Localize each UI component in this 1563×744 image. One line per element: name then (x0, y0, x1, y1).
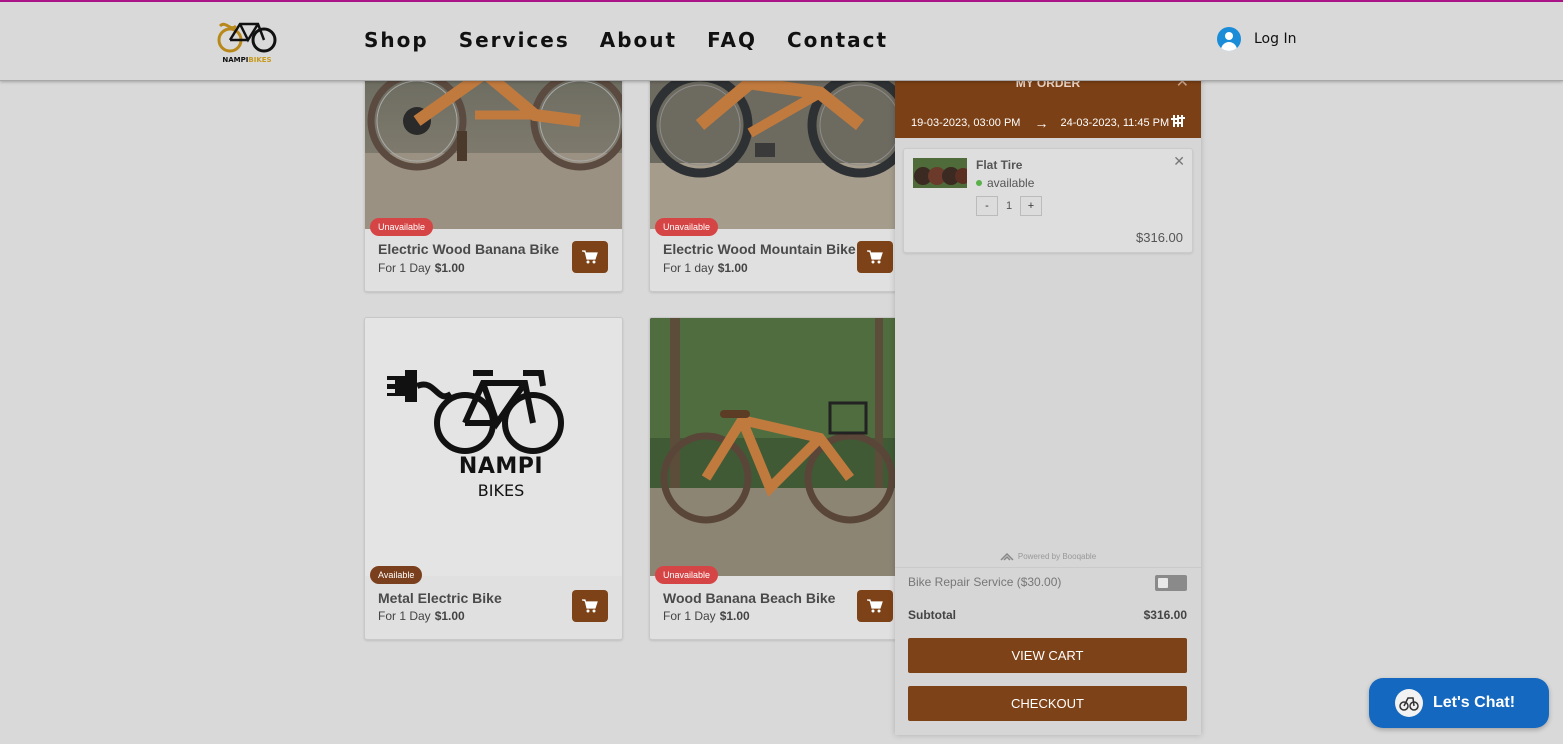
product-title[interactable]: Electric Wood Banana Bike (378, 241, 559, 257)
item-availability: available (976, 176, 1034, 190)
product-image[interactable]: NAMPI BIKES (365, 318, 622, 576)
add-to-cart-button[interactable] (857, 590, 893, 622)
remove-item-icon[interactable]: ✕ (1173, 153, 1185, 170)
user-avatar-icon (1217, 27, 1241, 51)
item-thumbnail (913, 158, 967, 188)
subtotal-value: $316.00 (1143, 608, 1187, 622)
brand-logo-text: NAMPI BIKES (365, 454, 622, 500)
product-image[interactable] (650, 63, 907, 229)
login-label: Log In (1254, 31, 1297, 47)
product-title[interactable]: Wood Banana Beach Bike (663, 590, 835, 606)
service-label: Bike Repair Service ($30.00) (908, 575, 1062, 589)
status-dot-icon (976, 180, 982, 186)
powered-by-label: Powered by Booqable (1017, 552, 1097, 561)
product-card[interactable]: Unavailable Electric Wood Banana Bike Fo… (364, 62, 623, 292)
checkout-button[interactable]: CHECKOUT (908, 686, 1187, 721)
nav-services[interactable]: Services (459, 28, 570, 52)
rental-duration: For 1 day (663, 261, 714, 275)
nav-contact[interactable]: Contact (787, 28, 888, 52)
product-price: For 1 day $1.00 (663, 261, 748, 275)
product-price: For 1 Day $1.00 (663, 609, 750, 623)
brand-logo-line1: NAMPI (458, 454, 544, 479)
add-to-cart-button[interactable] (857, 241, 893, 273)
chat-avatar-icon (1395, 689, 1423, 717)
add-to-cart-button[interactable] (572, 590, 608, 622)
add-to-cart-button[interactable] (572, 241, 608, 273)
decrease-quantity-button[interactable]: - (976, 196, 998, 216)
powered-by[interactable]: Powered by Booqable (895, 552, 1201, 561)
product-title[interactable]: Electric Wood Mountain Bike (663, 241, 856, 257)
site-logo[interactable]: NAMPIBIKES (216, 16, 278, 66)
booqable-logo-icon (1000, 552, 1014, 561)
status-badge: Unavailable (655, 566, 719, 584)
product-price: For 1 Day $1.00 (378, 609, 465, 623)
product-price: For 1 Day $1.00 (378, 261, 465, 275)
subtotal-label: Subtotal (908, 608, 956, 622)
item-price: $316.00 (1136, 230, 1183, 245)
increase-quantity-button[interactable]: + (1020, 196, 1042, 216)
login-button[interactable]: Log In (1217, 27, 1296, 51)
order-panel-header: MY ORDER ✕ 19-03-2023, 03:00 PM → 24-03-… (895, 72, 1201, 138)
rental-duration: For 1 Day (378, 609, 431, 623)
rental-start[interactable]: 19-03-2023, 03:00 PM (911, 117, 1020, 129)
status-badge: Unavailable (655, 218, 719, 236)
arrow-right-icon: → (1034, 115, 1049, 131)
cart-icon (582, 599, 598, 613)
logo-text-part1: NAMPI (222, 56, 249, 64)
cart-icon (867, 599, 883, 613)
brand-logo-line2: BIKES (477, 481, 525, 500)
logo-text: NAMPIBIKES (216, 56, 278, 64)
rental-period[interactable]: 19-03-2023, 03:00 PM → 24-03-2023, 11:45… (911, 115, 1169, 131)
service-toggle[interactable] (1155, 575, 1187, 591)
rental-duration: For 1 Day (378, 261, 431, 275)
settings-sliders-icon[interactable] (1171, 114, 1185, 128)
logo-text-part2: BIKES (248, 56, 272, 64)
view-cart-button[interactable]: VIEW CART (908, 638, 1187, 673)
product-card[interactable]: Unavailable Wood Banana Beach Bike For 1… (649, 317, 908, 640)
order-panel: MY ORDER ✕ 19-03-2023, 03:00 PM → 24-03-… (895, 72, 1201, 735)
item-status-label: available (987, 176, 1035, 190)
product-card[interactable]: NAMPI BIKES Available Metal Electric Bik… (364, 317, 623, 640)
site-header: NAMPIBIKES Shop Services About FAQ Conta… (0, 2, 1563, 81)
rental-end[interactable]: 24-03-2023, 11:45 PM (1060, 117, 1169, 129)
cart-icon (867, 250, 883, 264)
divider (895, 567, 1201, 568)
status-badge: Available (370, 566, 423, 584)
chat-label: Let's Chat! (1433, 694, 1516, 711)
cart-icon (582, 250, 598, 264)
price-amount: $1.00 (717, 261, 748, 275)
nav-shop[interactable]: Shop (364, 28, 429, 52)
price-amount: $1.00 (434, 261, 465, 275)
nav-about[interactable]: About (600, 28, 677, 52)
main-nav: Shop Services About FAQ Contact (364, 28, 918, 52)
toggle-knob (1158, 578, 1168, 588)
status-badge: Unavailable (370, 218, 434, 236)
price-amount: $1.00 (719, 609, 750, 623)
quantity-value[interactable]: 1 (998, 200, 1020, 212)
rental-duration: For 1 Day (663, 609, 716, 623)
quantity-stepper: - 1 + (976, 196, 1042, 216)
item-name: Flat Tire (976, 158, 1023, 172)
product-image[interactable] (650, 318, 907, 576)
product-card[interactable]: Unavailable Electric Wood Mountain Bike … (649, 62, 908, 292)
nav-faq[interactable]: FAQ (707, 28, 757, 52)
product-image[interactable] (365, 63, 622, 229)
chat-button[interactable]: Let's Chat! (1369, 678, 1549, 728)
price-amount: $1.00 (434, 609, 465, 623)
order-line-item: Flat Tire available ✕ - 1 + $316.00 (903, 148, 1193, 253)
product-title[interactable]: Metal Electric Bike (378, 590, 502, 606)
